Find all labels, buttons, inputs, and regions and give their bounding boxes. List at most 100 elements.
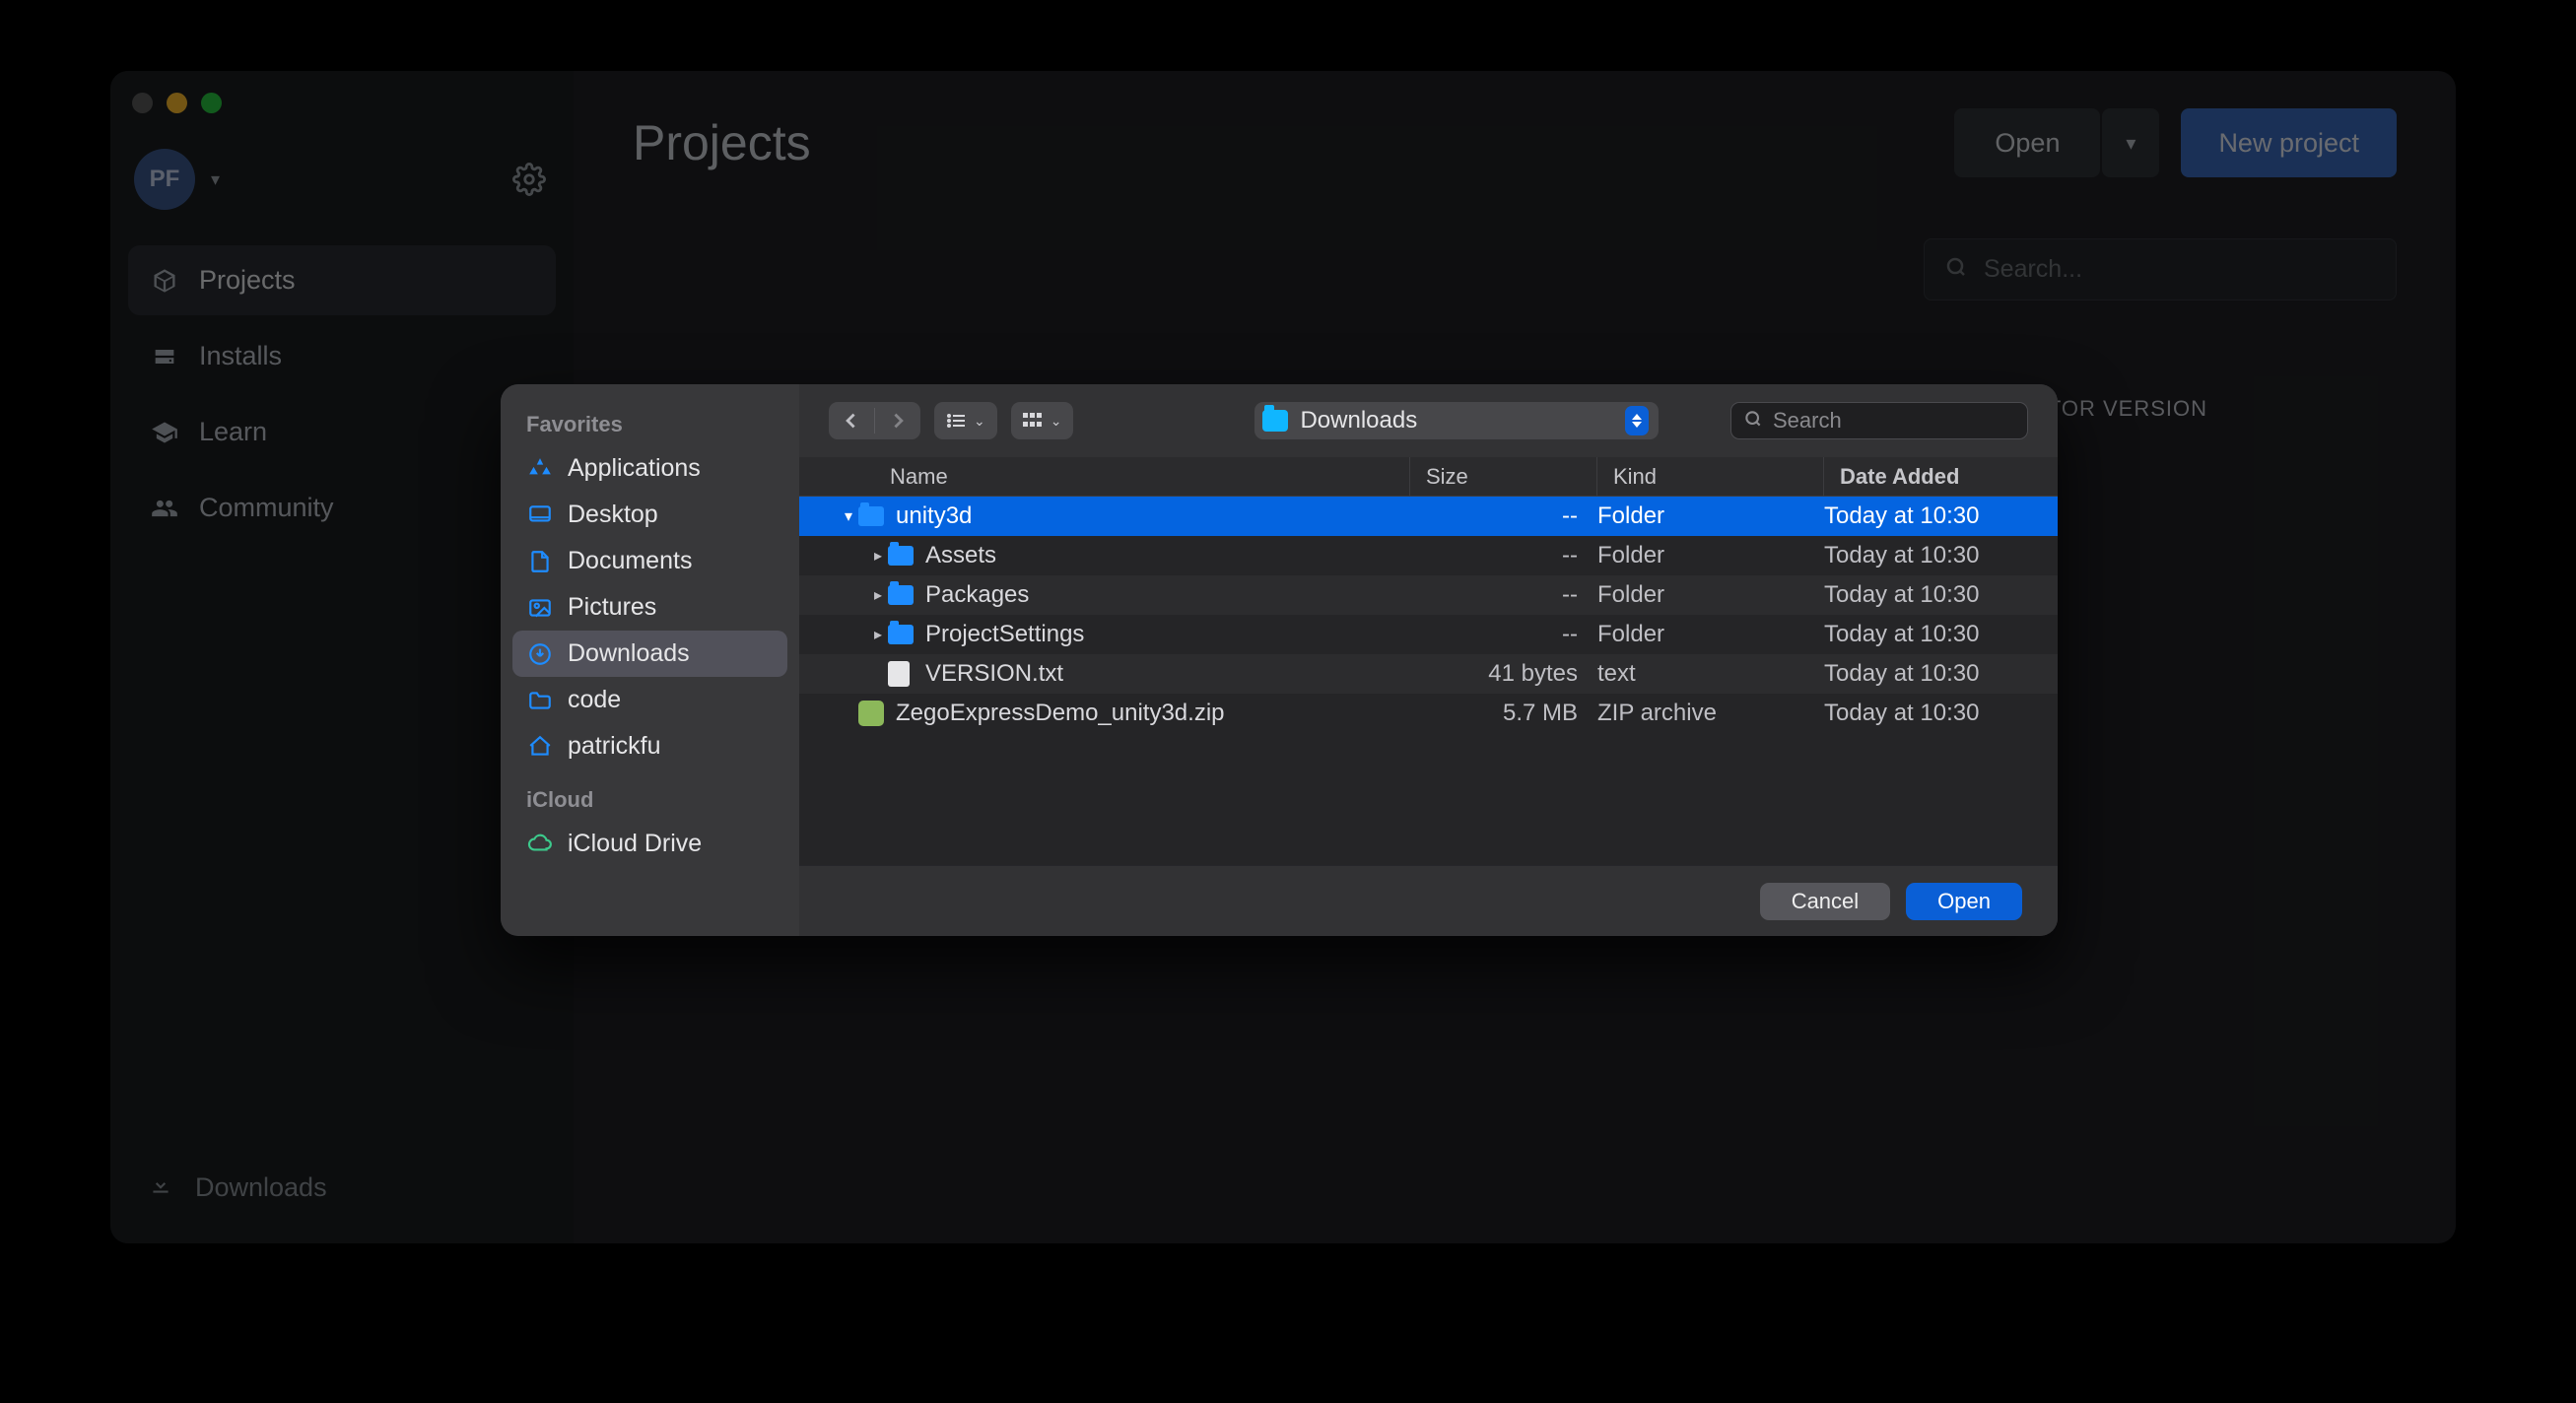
finder-sidebar: Favorites ApplicationsDesktopDocumentsPi… (501, 384, 799, 936)
file-date: Today at 10:30 (1824, 700, 2058, 727)
sidebar-item-label: Documents (568, 547, 692, 575)
home-icon (526, 733, 554, 761)
sidebar-item-desktop[interactable]: Desktop (512, 492, 787, 538)
file-size: -- (1410, 621, 1597, 648)
file-kind: Folder (1597, 502, 1824, 530)
window-traffic-lights (128, 85, 556, 141)
folder-icon (526, 687, 554, 714)
apps-icon (526, 455, 554, 483)
sidebar-item-icloud-drive[interactable]: iCloud Drive (512, 821, 787, 867)
open-button[interactable]: Open (1954, 108, 2100, 177)
file-size: -- (1410, 502, 1597, 530)
sidebar-item-label: Pictures (568, 593, 656, 622)
cloud-icon (526, 831, 554, 858)
sidebar-item-code[interactable]: code (512, 677, 787, 723)
cancel-button[interactable]: Cancel (1760, 883, 1890, 920)
file-size: 5.7 MB (1410, 700, 1597, 727)
back-button[interactable] (829, 402, 874, 439)
sidebar-item-label: patrickfu (568, 732, 660, 761)
file-row[interactable]: ▸Assets--FolderToday at 10:30 (799, 536, 2058, 575)
chevron-down-icon: ⌄ (1051, 413, 1062, 430)
file-row[interactable]: ▸Packages--FolderToday at 10:30 (799, 575, 2058, 615)
col-date[interactable]: Date Added (1824, 457, 2058, 496)
zip-icon (858, 701, 884, 726)
disclosure-right-icon[interactable]: ▸ (874, 546, 882, 566)
col-size[interactable]: Size (1410, 457, 1597, 496)
file-size: 41 bytes (1410, 660, 1597, 688)
nav-community[interactable]: Community (128, 473, 556, 543)
new-project-button[interactable]: New project (2181, 108, 2397, 177)
cube-icon (150, 266, 179, 296)
finder-search[interactable] (1730, 402, 2028, 439)
file-list[interactable]: ▾unity3d--FolderToday at 10:30▸Assets--F… (799, 497, 2058, 865)
disclosure-right-icon[interactable]: ▸ (874, 625, 882, 644)
view-grid-pill[interactable]: ⌄ (1011, 402, 1074, 439)
desktop-icon (526, 501, 554, 529)
traffic-close[interactable] (132, 93, 153, 113)
traffic-minimize[interactable] (167, 93, 187, 113)
location-label: Downloads (1300, 407, 1417, 434)
finder-search-input[interactable] (1773, 408, 2057, 434)
finder-toolbar: ⌄ ⌄ Downloads (799, 384, 2058, 457)
file-size: -- (1410, 542, 1597, 569)
folder-icon (858, 506, 884, 526)
page-title: Projects (633, 114, 811, 171)
traffic-maximize[interactable] (201, 93, 222, 113)
hub-downloads-label: Downloads (195, 1172, 327, 1203)
open-dropdown-button[interactable]: ▾ (2102, 108, 2159, 177)
file-date: Today at 10:30 (1824, 660, 2058, 688)
file-icon (888, 661, 910, 687)
hub-search[interactable] (1924, 238, 2397, 301)
file-date: Today at 10:30 (1824, 502, 2058, 530)
nav-label: Community (199, 493, 334, 523)
people-icon (150, 494, 179, 523)
open-button[interactable]: Open (1906, 883, 2022, 920)
sidebar-item-label: code (568, 686, 621, 714)
pic-icon (526, 594, 554, 622)
disclosure-down-icon[interactable]: ▾ (845, 506, 852, 526)
file-date: Today at 10:30 (1824, 581, 2058, 609)
hub-downloads-footer[interactable]: Downloads (128, 1156, 556, 1220)
file-list-header: Name Size Kind Date Added (799, 457, 2058, 497)
file-name: Packages (923, 581, 1410, 609)
file-name: VERSION.txt (923, 660, 1410, 688)
disclosure-right-icon[interactable]: ▸ (874, 585, 882, 605)
col-name[interactable]: Name (799, 457, 1410, 496)
sidebar-item-documents[interactable]: Documents (512, 538, 787, 584)
file-name: ProjectSettings (923, 621, 1410, 648)
sidebar-item-label: Desktop (568, 501, 658, 529)
view-list-pill[interactable]: ⌄ (934, 402, 997, 439)
profile-menu[interactable]: PF ▾ (134, 149, 220, 210)
nav-installs[interactable]: Installs (128, 321, 556, 391)
hub-search-input[interactable] (1984, 255, 2376, 284)
location-dropdown[interactable]: Downloads (1254, 402, 1659, 439)
sidebar-item-patrickfu[interactable]: patrickfu (512, 723, 787, 769)
doc-icon (526, 548, 554, 575)
forward-button[interactable] (875, 402, 920, 439)
col-kind[interactable]: Kind (1597, 457, 1824, 496)
file-row[interactable]: VERSION.txt41 bytestextToday at 10:30 (799, 654, 2058, 694)
nav-label: Installs (199, 341, 282, 371)
sidebar-item-applications[interactable]: Applications (512, 445, 787, 492)
folder-icon (888, 625, 914, 644)
hub-nav: Projects Installs Learn Community (128, 245, 556, 543)
file-row[interactable]: ZegoExpressDemo_unity3d.zip5.7 MBZIP arc… (799, 694, 2058, 733)
file-kind: Folder (1597, 581, 1824, 609)
nav-pill (829, 402, 920, 439)
file-date: Today at 10:30 (1824, 542, 2058, 569)
file-row[interactable]: ▸ProjectSettings--FolderToday at 10:30 (799, 615, 2058, 654)
file-row[interactable]: ▾unity3d--FolderToday at 10:30 (799, 497, 2058, 536)
download-icon (148, 1171, 173, 1204)
nav-projects[interactable]: Projects (128, 245, 556, 315)
sidebar-item-downloads[interactable]: Downloads (512, 631, 787, 677)
download-icon (526, 640, 554, 668)
file-kind: Folder (1597, 621, 1824, 648)
gear-icon[interactable] (512, 163, 546, 196)
sidebar-item-label: iCloud Drive (568, 830, 702, 858)
sidebar-item-pictures[interactable]: Pictures (512, 584, 787, 631)
profile-row: PF ▾ (128, 141, 556, 239)
file-name: ZegoExpressDemo_unity3d.zip (894, 700, 1410, 727)
icloud-heading: iCloud (512, 779, 787, 821)
sidebar-item-label: Applications (568, 454, 701, 483)
nav-learn[interactable]: Learn (128, 397, 556, 467)
